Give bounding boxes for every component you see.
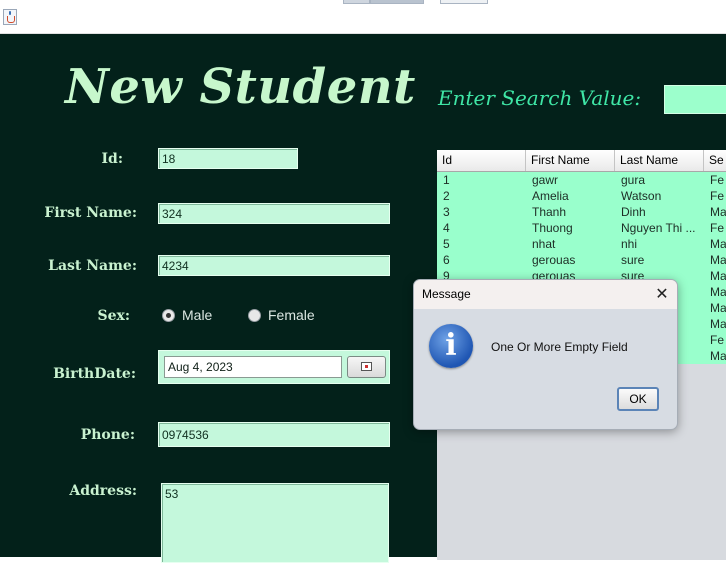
dialog-message: One Or More Empty Field <box>491 340 628 354</box>
first-name-label: First Name: <box>44 205 137 221</box>
table-cell: Ma <box>710 237 726 251</box>
table-cell: Thanh <box>532 205 567 219</box>
java-cup-icon <box>3 9 17 25</box>
window-titlebar <box>0 0 726 34</box>
table-cell: Ma <box>710 317 726 331</box>
table-cell: nhi <box>621 237 638 251</box>
top-edge-decoration <box>440 0 488 4</box>
calendar-button[interactable] <box>347 356 386 378</box>
table-cell: 4 <box>443 221 450 235</box>
table-cell: nhat <box>532 237 556 251</box>
table-cell: 3 <box>443 205 450 219</box>
table-row[interactable]: 4 Thuong Nguyen Thi ... Fe <box>437 220 726 236</box>
table-cell: sure <box>621 253 645 267</box>
top-edge-decoration <box>343 0 370 4</box>
column-header-first-name[interactable]: First Name <box>526 150 615 171</box>
dialog-title: Message <box>422 287 471 301</box>
sex-female-label: Female <box>268 307 315 323</box>
table-cell: Watson <box>621 189 662 203</box>
table-cell: Dinh <box>621 205 646 219</box>
column-header-last-name[interactable]: Last Name <box>615 150 704 171</box>
last-name-label: Last Name: <box>48 258 137 274</box>
table-row[interactable]: 1 gawr gura Fe <box>437 172 726 188</box>
search-label: Enter Search Value: <box>438 86 642 110</box>
ok-button[interactable]: OK <box>617 387 659 411</box>
last-name-field[interactable]: 4234 <box>158 255 390 276</box>
sex-female-radio[interactable]: Female <box>248 307 315 323</box>
table-cell: Fe <box>710 173 725 187</box>
birthdate-picker: Aug 4, 2023 <box>158 350 390 384</box>
search-input[interactable] <box>664 85 726 114</box>
info-icon: i <box>429 324 473 368</box>
birthdate-label: BirthDate: <box>53 366 136 382</box>
id-label: Id: <box>101 151 123 167</box>
table-row[interactable]: 2 Amelia Watson Fe <box>437 188 726 204</box>
birthdate-field[interactable]: Aug 4, 2023 <box>164 356 342 378</box>
sex-male-radio[interactable]: Male <box>162 307 212 323</box>
sex-male-label: Male <box>182 307 213 323</box>
table-row[interactable]: 5 nhat nhi Ma <box>437 236 726 252</box>
sex-label: Sex: <box>97 308 130 324</box>
table-cell: Ma <box>710 349 726 363</box>
table-cell: gawr <box>532 173 559 187</box>
table-cell: 5 <box>443 237 450 251</box>
message-dialog: Message ✕ i One Or More Empty Field OK <box>413 279 678 430</box>
top-edge-decoration <box>370 0 424 4</box>
id-field[interactable]: 18 <box>158 148 298 169</box>
phone-field[interactable]: 0974536 <box>158 422 390 447</box>
table-cell: Ma <box>710 205 726 219</box>
table-cell: Thuong <box>532 221 573 235</box>
table-cell: Nguyen Thi ... <box>621 221 696 235</box>
table-cell: Fe <box>710 333 725 347</box>
calendar-icon <box>361 362 372 371</box>
table-cell: Ma <box>710 253 726 267</box>
dialog-titlebar: Message ✕ <box>414 280 677 309</box>
table-cell: Ma <box>710 285 726 299</box>
address-label: Address: <box>69 483 137 499</box>
phone-label: Phone: <box>80 427 135 443</box>
address-field[interactable]: 53 <box>161 483 389 563</box>
table-row[interactable]: 6 gerouas sure Ma <box>437 252 726 268</box>
table-header: Id First Name Last Name Se <box>437 150 726 172</box>
column-header-sex[interactable]: Se <box>704 150 726 171</box>
table-cell: Ma <box>710 269 726 283</box>
table-cell: 1 <box>443 173 450 187</box>
table-cell: Ma <box>710 301 726 315</box>
table-cell: 6 <box>443 253 450 267</box>
radio-selected-icon <box>162 308 175 322</box>
page-title: New Student <box>65 59 416 115</box>
table-cell: Fe <box>710 189 725 203</box>
radio-unselected-icon <box>248 308 261 322</box>
first-name-field[interactable]: 324 <box>158 203 390 224</box>
table-cell: gura <box>621 173 646 187</box>
column-header-id[interactable]: Id <box>437 150 526 171</box>
close-icon[interactable]: ✕ <box>652 284 672 304</box>
table-cell: Amelia <box>532 189 569 203</box>
table-cell: Fe <box>710 221 725 235</box>
table-cell: gerouas <box>532 253 576 267</box>
table-cell: 2 <box>443 189 450 203</box>
table-row[interactable]: 3 Thanh Dinh Ma <box>437 204 726 220</box>
